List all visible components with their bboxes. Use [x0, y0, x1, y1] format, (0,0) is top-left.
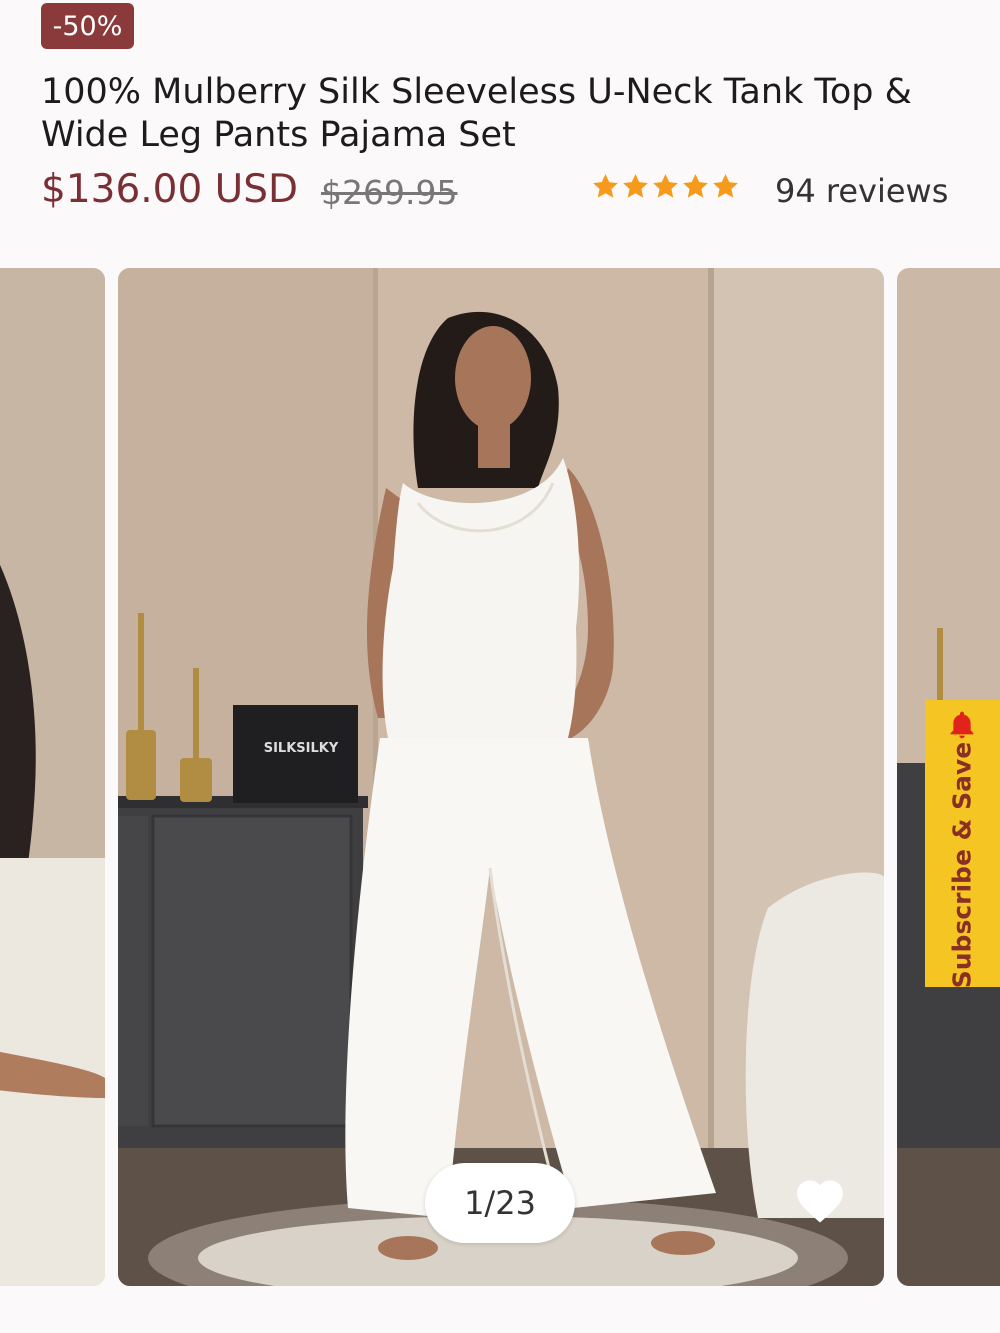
star-icon [623, 174, 648, 198]
star-icon [653, 174, 678, 198]
carousel-slide-current[interactable]: SILKSILKY [118, 268, 884, 1286]
rating-stars[interactable] [591, 172, 740, 201]
brand-box-label: SILKSILKY [264, 741, 339, 756]
product-photo: SILKSILKY [118, 268, 884, 1286]
image-counter: 1/23 [425, 1163, 575, 1243]
subscribe-save-button[interactable]: Subscribe & Save [925, 700, 1000, 989]
product-image-carousel[interactable]: SILKSILKY [0, 268, 1000, 1288]
star-icon [593, 174, 618, 198]
sale-price: $136.00 USD [41, 167, 299, 212]
star-icon [713, 174, 738, 198]
discount-badge: -50% [41, 3, 134, 49]
product-photo-previous [0, 268, 105, 1286]
original-price: $269.95 [321, 173, 458, 212]
heart-icon[interactable] [793, 1176, 847, 1224]
star-icon [683, 174, 708, 198]
reviews-link[interactable]: 94 reviews [775, 172, 948, 210]
bell-icon [950, 711, 974, 739]
product-title: 100% Mulberry Silk Sleeveless U-Neck Tan… [41, 72, 912, 155]
carousel-slide-previous[interactable] [0, 268, 105, 1286]
subscribe-save-label: Subscribe & Save [947, 741, 977, 989]
